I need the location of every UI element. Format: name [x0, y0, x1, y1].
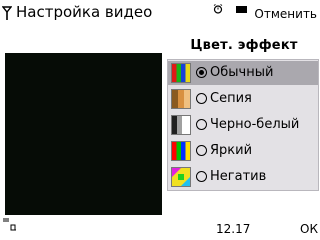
alarm-clock-icon: [213, 4, 223, 14]
page-title: Настройка видео: [16, 3, 153, 21]
clock-time: 12.17: [216, 222, 251, 236]
cancel-button[interactable]: Отменить: [254, 7, 317, 21]
effect-label-black-white: Черно-белый: [210, 117, 300, 132]
color-effect-list: Обычный Сепия Черно-белый Яркий Негатив: [167, 59, 319, 191]
sepia-swatch-icon: [171, 89, 191, 109]
edit-mode-icon: [3, 218, 16, 231]
effect-option-vivid[interactable]: Яркий: [168, 139, 318, 163]
status-bar: Настройка видео Отменить: [0, 0, 320, 24]
ok-button[interactable]: ОК: [300, 222, 318, 236]
effect-label-negative: Негатив: [210, 169, 267, 184]
radio-button-normal[interactable]: [196, 67, 207, 78]
effect-option-sepia[interactable]: Сепия: [168, 87, 318, 111]
effect-label-vivid: Яркий: [210, 143, 253, 158]
effect-label-normal: Обычный: [210, 65, 274, 80]
vivid-swatch-icon: [171, 141, 191, 161]
effect-option-black-white[interactable]: Черно-белый: [168, 113, 318, 137]
negative-swatch-icon: [171, 167, 191, 187]
normal-swatch-icon: [171, 63, 191, 83]
color-effect-title: Цвет. эффект: [190, 38, 298, 53]
effect-option-negative[interactable]: Негатив: [168, 165, 318, 189]
black-white-swatch-icon: [171, 115, 191, 135]
effect-label-sepia: Сепия: [210, 91, 252, 106]
effect-option-normal[interactable]: Обычный: [168, 61, 318, 85]
radio-button-vivid[interactable]: [196, 145, 207, 156]
radio-button-black-white[interactable]: [196, 119, 207, 130]
camera-preview: [5, 53, 162, 215]
radio-button-negative[interactable]: [196, 171, 207, 182]
radio-button-sepia[interactable]: [196, 93, 207, 104]
battery-icon: [236, 6, 247, 13]
signal-strength-icon: [2, 6, 12, 20]
